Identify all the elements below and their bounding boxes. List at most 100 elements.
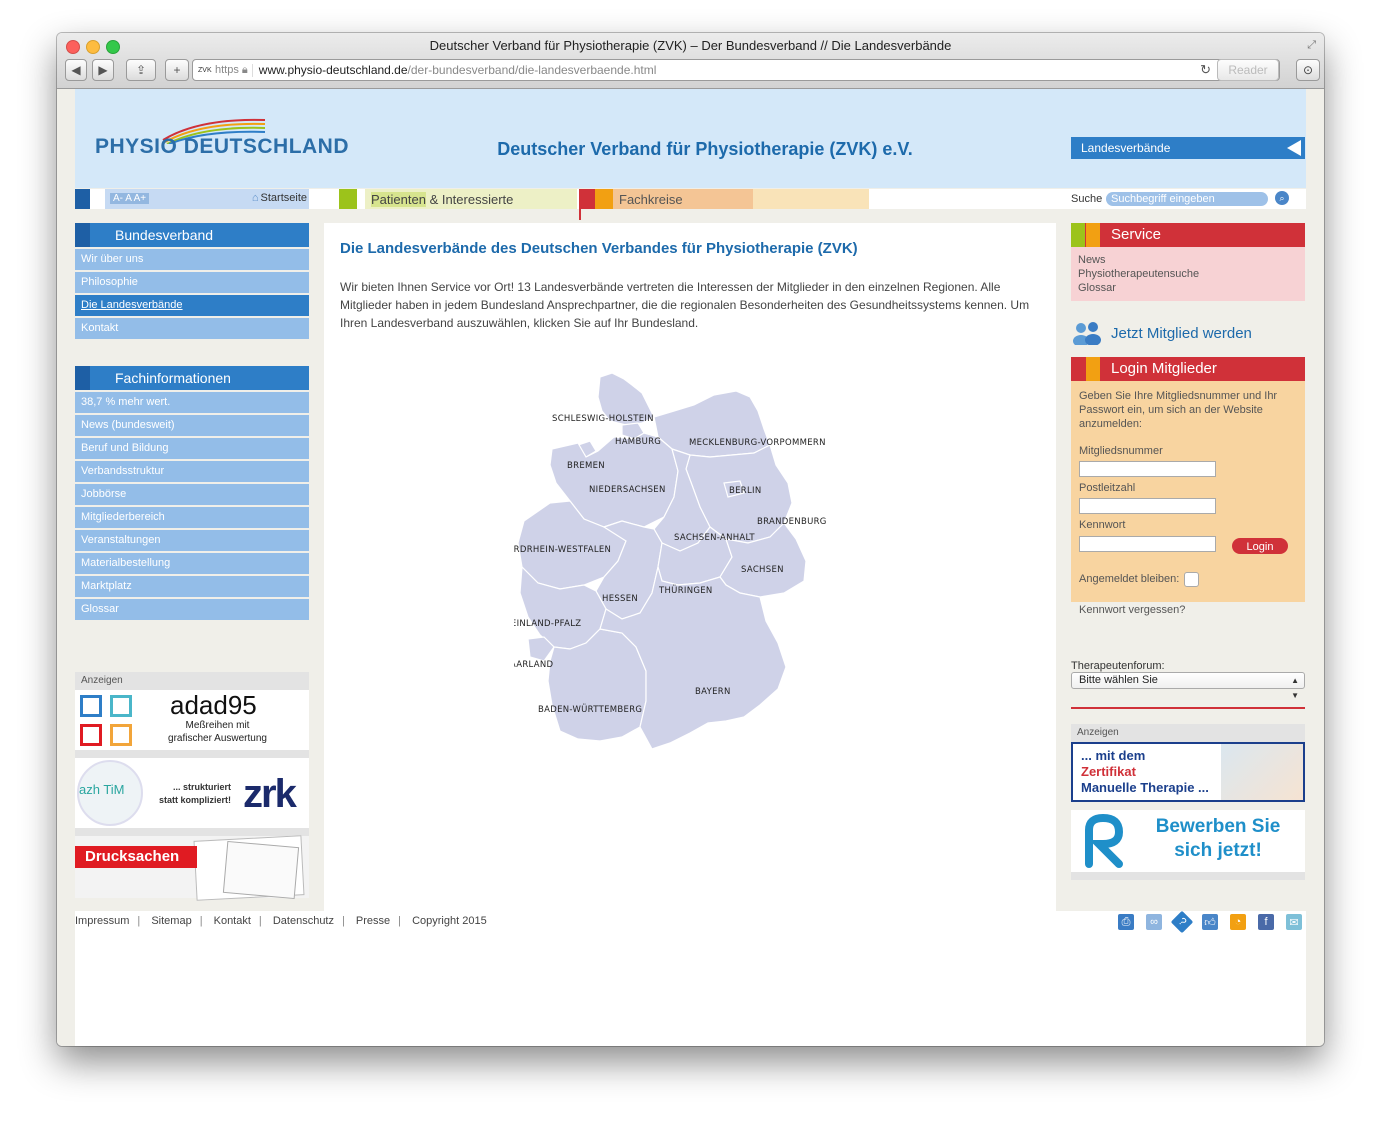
url-host: www.physio-deutschland.de	[258, 63, 408, 77]
label-hessen: HESSEN	[602, 594, 638, 604]
people-icon	[1073, 322, 1101, 345]
lock-icon: 🔒︎	[241, 63, 248, 76]
print-icon[interactable]: ⎙	[1118, 914, 1134, 930]
login-button[interactable]: Login	[1232, 538, 1288, 554]
mitgliedsnummer-input[interactable]	[1079, 461, 1216, 477]
sidebar-item-beruf-bildung[interactable]: Beruf und Bildung	[75, 438, 309, 459]
sidebar-item-mehr-wert[interactable]: 38,7 % mehr wert.	[75, 392, 309, 413]
ad-drucksachen[interactable]: Drucksachen	[75, 835, 309, 901]
login-header: Login Mitglieder	[1071, 357, 1305, 381]
nav-fachinformationen-header: Fachinformationen	[75, 366, 309, 390]
service-color-orange	[1086, 223, 1100, 247]
square-blue-icon	[80, 695, 102, 717]
service-header: Service	[1071, 223, 1305, 247]
postleitzahl-input[interactable]	[1079, 498, 1216, 514]
login-box: Login Mitglieder Geben Sie Ihre Mitglied…	[1071, 357, 1305, 616]
service-item-news[interactable]: News	[1078, 253, 1298, 267]
title-bar: Deutscher Verband für Physiotherapie (ZV…	[57, 33, 1324, 89]
sidebar-item-materialbestellung[interactable]: Materialbestellung	[75, 553, 309, 574]
back-button[interactable]: ◀	[65, 59, 87, 81]
kennwort-input[interactable]	[1079, 536, 1216, 552]
ads-label: Anzeigen	[1071, 724, 1305, 742]
footer-link-datenschutz[interactable]: Datenschutz	[273, 915, 334, 927]
label-mitgliedsnummer: Mitgliedsnummer	[1079, 445, 1163, 457]
font-size-controls[interactable]: A- A A+	[110, 193, 150, 204]
ad-manuelle-therapie[interactable]: ... mit dem Zertifikat Manuelle Therapie…	[1071, 742, 1305, 802]
reload-icon[interactable]: ↻	[1200, 62, 1211, 78]
sidebar-item-wir-ueber-uns[interactable]: Wir über uns	[75, 249, 309, 270]
sidebar-item-philosophie[interactable]: Philosophie	[75, 272, 309, 293]
downloads-icon[interactable]: ⊙	[1296, 59, 1320, 81]
sidebar-item-verbandsstruktur[interactable]: Verbandsstruktur	[75, 461, 309, 482]
therapy-photo-image	[1221, 744, 1303, 800]
footer-link-presse[interactable]: Presse	[356, 915, 390, 927]
login-form: Geben Sie Ihre Mitgliedsnummer und Ihr P…	[1071, 381, 1305, 616]
sidebar-item-mitgliederbereich[interactable]: Mitgliederbereich	[75, 507, 309, 528]
page: PHYSIO DEUTSCHLAND Deutscher Verband für…	[75, 89, 1306, 1046]
landesverbaende-button[interactable]: Landesverbände	[1071, 137, 1305, 159]
link-icon[interactable]: ∞	[1146, 914, 1162, 930]
nav-patienten-rest: & Interessierte	[429, 191, 514, 207]
service-item-physiotherapeutensuche[interactable]: Physiotherapeutensuche	[1078, 267, 1298, 281]
forward-button[interactable]: ▶	[92, 59, 114, 81]
sidebar-item-veranstaltungen[interactable]: Veranstaltungen	[75, 530, 309, 551]
drucksachen-label: Drucksachen	[75, 846, 197, 868]
zrk-logo: zrk	[243, 772, 297, 816]
share-button[interactable]: ⇪	[126, 59, 156, 81]
page-viewport: PHYSIO DEUTSCHLAND Deutscher Verband für…	[57, 89, 1324, 1046]
nav-bundesverband: Bundesverband Wir über uns Philosophie D…	[75, 223, 309, 339]
intro-text: Wir bieten Ihnen Service vor Ort! 13 Lan…	[340, 280, 1030, 330]
forum-select[interactable]: Bitte wählen Sie ▲ ▼	[1071, 672, 1305, 700]
url-path: /der-bundesverband/die-landesverbaende.h…	[407, 63, 657, 77]
help-icon[interactable]: ?	[1170, 910, 1194, 934]
new-tab-button[interactable]: +	[165, 59, 189, 81]
top-navigation: A- A A+ ⌂ Startseite Patienten & Interess…	[75, 189, 1306, 220]
site-logo[interactable]: PHYSIO DEUTSCHLAND	[95, 135, 349, 159]
ad-adad95[interactable]: adad95 Meßreihen mit grafischer Auswertu…	[75, 690, 309, 750]
rss-icon[interactable]: ◔	[1230, 914, 1246, 930]
address-bar[interactable]: ZVK https 🔒︎ www.physio-deutschland.de/d…	[192, 59, 1280, 81]
nav-fachkreise[interactable]: Fachkreise	[613, 189, 753, 209]
footer-links: Impressum | Sitemap | Kontakt | Datenschutz…	[75, 915, 487, 927]
footer-link-kontakt[interactable]: Kontakt	[214, 915, 251, 927]
sidebar-item-marktplatz[interactable]: Marktplatz	[75, 576, 309, 597]
sidebar-item-glossar[interactable]: Glossar	[75, 599, 309, 620]
footer-link-impressum[interactable]: Impressum	[75, 915, 129, 927]
facebook-icon[interactable]: f	[1258, 914, 1274, 930]
footer-link-sitemap[interactable]: Sitemap	[151, 915, 191, 927]
service-color-green	[1071, 223, 1085, 247]
ad-bewerben[interactable]: Bewerben Sie sich jetzt!	[1071, 810, 1305, 872]
service-item-glossar[interactable]: Glossar	[1078, 281, 1298, 295]
nav-patienten-color	[339, 189, 357, 209]
drucksachen-image-2	[222, 840, 300, 900]
nav-patienten[interactable]: Patienten & Interessierte	[365, 189, 577, 209]
ads-left: Anzeigen adad95 Meßreihen mit grafischer…	[75, 672, 309, 901]
nav-home-area: A- A A+ ⌂ Startseite	[105, 189, 309, 209]
reader-button[interactable]: Reader	[1217, 59, 1279, 81]
label-rheinland-pfalz: RHEINLAND-PFALZ	[514, 619, 581, 629]
label-kennwort: Kennwort	[1079, 519, 1126, 531]
sidebar-item-news[interactable]: News (bundesweit)	[75, 415, 309, 436]
search-input[interactable]	[1106, 192, 1268, 206]
label-nordrhein-westfalen: NORDRHEIN-WESTFALEN	[514, 545, 611, 555]
square-orange-icon	[110, 724, 132, 746]
search-icon[interactable]: ⌕	[1275, 191, 1289, 205]
ad-azh[interactable]: azh TiM ... strukturiert statt komplizie…	[75, 758, 309, 828]
startseite-link[interactable]: ⌂ Startseite	[252, 192, 307, 204]
ad-adad95-sub2: grafischer Auswertung	[168, 733, 267, 744]
remember-checkbox[interactable]	[1184, 572, 1199, 587]
germany-map: SCHLESWIG-HOLSTEIN HAMBURG MECKLENBURG-V…	[514, 372, 826, 750]
forum-label: Therapeutenforum:	[1071, 660, 1165, 672]
like-icon[interactable]: 👍︎	[1202, 914, 1218, 930]
sidebar-item-landesverbaende[interactable]: Die Landesverbände	[75, 295, 309, 316]
join-link[interactable]: Jetzt Mitglied werden	[1071, 321, 1305, 345]
forgot-password-link[interactable]: Kennwort vergessen?	[1079, 603, 1185, 617]
fullscreen-icon[interactable]: ⤢	[1307, 39, 1316, 52]
ad-adad95-sub1: Meßreihen mit	[185, 720, 250, 731]
sidebar-item-jobboerse[interactable]: Jobbörse	[75, 484, 309, 505]
email-icon[interactable]: ✉	[1286, 914, 1302, 930]
sidebar-item-kontakt[interactable]: Kontakt	[75, 318, 309, 339]
mt-line3: Manuelle Therapie ...	[1081, 780, 1209, 795]
label-postleitzahl: Postleitzahl	[1079, 482, 1136, 494]
label-sachsen: SACHSEN	[741, 565, 784, 575]
